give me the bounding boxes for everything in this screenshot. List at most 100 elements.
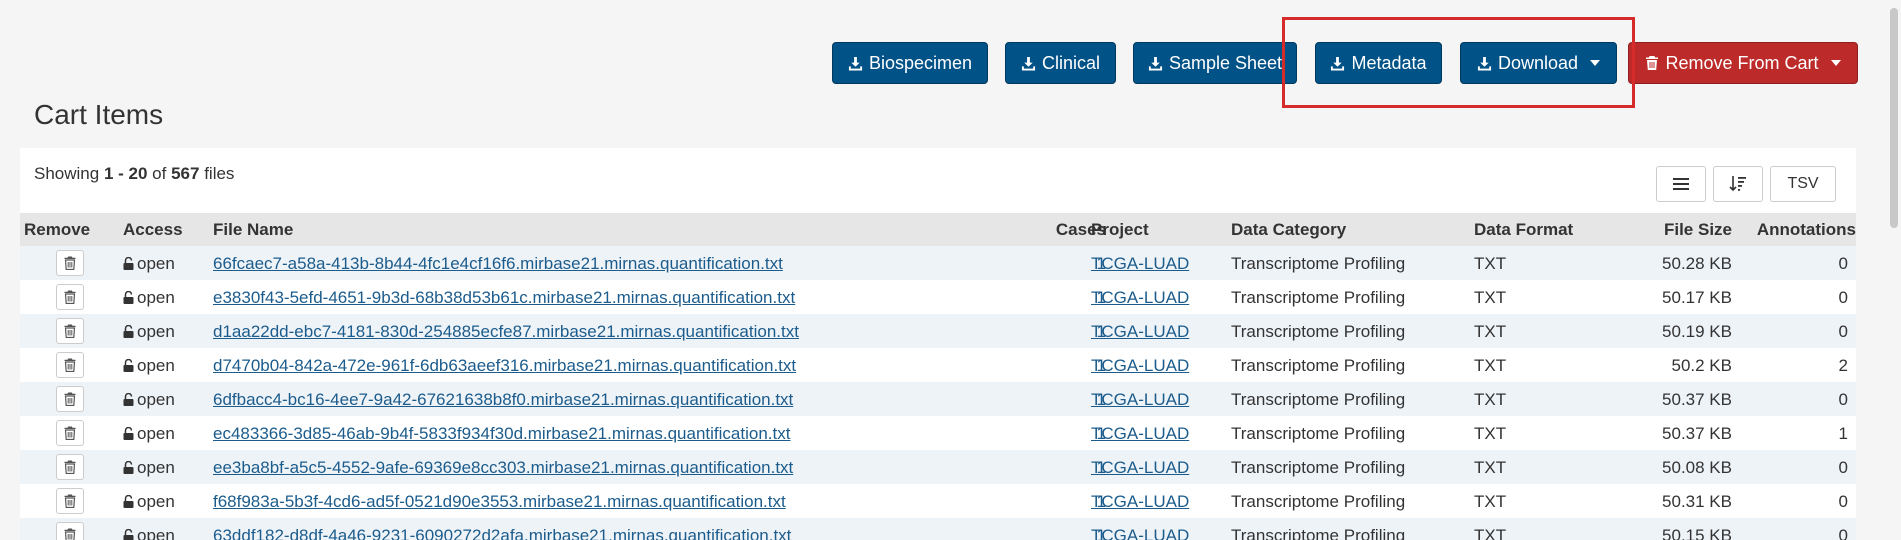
col-access[interactable]: Access (123, 220, 183, 240)
file-size-cell: 50.31 KB (1662, 492, 1732, 511)
sample-sheet-button[interactable]: Sample Sheet (1133, 42, 1297, 84)
data-format-cell: TXT (1474, 322, 1507, 341)
project-link[interactable]: TCGA-LUAD (1091, 492, 1189, 512)
download-button[interactable]: Download (1460, 42, 1617, 84)
data-format-cell: TXT (1474, 492, 1507, 511)
trash-icon (64, 426, 76, 440)
col-data-format[interactable]: Data Format (1474, 220, 1573, 240)
file-name-link[interactable]: f68f983a-5b3f-4cd6-ad5f-0521d90e3553.mir… (213, 492, 786, 512)
table-header: Remove Access File Name Cases Project Da… (20, 213, 1856, 246)
access-cell: open (123, 254, 175, 274)
table-row: open 6dfbacc4-bc16-4ee7-9a42-67621638b8f0… (20, 382, 1856, 416)
project-link[interactable]: TCGA-LUAD (1091, 390, 1189, 410)
cart-items-panel: Showing 1 - 20 of 567 files TSV Remove A… (20, 148, 1856, 540)
access-label: open (137, 424, 175, 443)
file-name-link[interactable]: ec483366-3d85-46ab-9b4f-5833f934f30d.mir… (213, 424, 790, 444)
unlock-icon (123, 359, 134, 372)
unlock-icon (123, 529, 134, 540)
col-annotations[interactable]: Annotations (1732, 220, 1856, 240)
file-size-cell: 50.19 KB (1662, 322, 1732, 341)
file-size-cell: 50.17 KB (1662, 288, 1732, 307)
project-link[interactable]: TCGA-LUAD (1091, 288, 1189, 308)
table-row: open d7470b04-842a-472e-961f-6db63aeef316… (20, 348, 1856, 382)
table-row: open ee3ba8bf-a5c5-4552-9afe-69369e8cc303… (20, 450, 1856, 484)
project-link[interactable]: TCGA-LUAD (1091, 458, 1189, 478)
annotations-cell: 0 (1838, 492, 1848, 511)
biospecimen-label: Biospecimen (868, 52, 973, 73)
annotations-cell: 0 (1838, 526, 1848, 540)
scrollbar[interactable] (1887, 0, 1901, 540)
metadata-button[interactable]: Metadata (1315, 42, 1442, 84)
showing-suffix: files (204, 164, 235, 183)
data-category-cell: Transcriptome Profiling (1231, 254, 1406, 273)
data-category-cell: Transcriptome Profiling (1231, 458, 1406, 477)
trash-icon (1646, 56, 1659, 70)
access-cell: open (123, 424, 175, 444)
col-file-size[interactable]: File Size (1610, 220, 1732, 240)
remove-row-button[interactable] (56, 352, 84, 378)
project-link[interactable]: TCGA-LUAD (1091, 356, 1189, 376)
file-name-link[interactable]: ee3ba8bf-a5c5-4552-9afe-69369e8cc303.mir… (213, 458, 793, 478)
remove-row-button[interactable] (56, 522, 84, 540)
sort-button[interactable] (1713, 166, 1763, 202)
data-format-cell: TXT (1474, 458, 1507, 477)
trash-icon (64, 528, 76, 540)
access-label: open (137, 492, 175, 511)
trash-icon (64, 290, 76, 304)
download-icon (1477, 56, 1492, 71)
remove-row-button[interactable] (56, 488, 84, 514)
list-view-button[interactable] (1656, 166, 1706, 202)
data-format-cell: TXT (1474, 390, 1507, 409)
access-label: open (137, 356, 175, 375)
file-size-cell: 50.15 KB (1662, 526, 1732, 540)
annotations-cell: 0 (1838, 254, 1848, 273)
col-file-name[interactable]: File Name (213, 220, 293, 240)
access-cell: open (123, 356, 175, 376)
unlock-icon (123, 325, 134, 338)
tsv-label: TSV (1787, 175, 1819, 192)
file-size-cell: 50.2 KB (1671, 356, 1733, 375)
data-format-cell: TXT (1474, 288, 1507, 307)
download-icon (1331, 56, 1345, 71)
showing-count: Showing 1 - 20 of 567 files (34, 164, 234, 184)
showing-prefix: Showing (34, 164, 100, 183)
access-cell: open (123, 492, 175, 512)
file-name-link[interactable]: d1aa22dd-ebc7-4181-830d-254885ecfe87.mir… (213, 322, 799, 342)
data-category-cell: Transcriptome Profiling (1231, 322, 1406, 341)
toolbar: Biospecimen Clinical Sample Sheet Metada… (0, 42, 1901, 84)
access-label: open (137, 526, 175, 540)
project-link[interactable]: TCGA-LUAD (1091, 254, 1189, 274)
remove-row-button[interactable] (56, 420, 84, 446)
tsv-button[interactable]: TSV (1770, 166, 1836, 202)
remove-from-cart-button[interactable]: Remove From Cart (1628, 42, 1858, 84)
remove-row-button[interactable] (56, 318, 84, 344)
unlock-icon (123, 257, 134, 270)
scrollbar-thumb[interactable] (1890, 8, 1898, 228)
trash-icon (64, 494, 76, 508)
file-name-link[interactable]: e3830f43-5efd-4651-9b3d-68b38d53b61c.mir… (213, 288, 795, 308)
access-label: open (137, 254, 175, 273)
remove-row-button[interactable] (56, 284, 84, 310)
file-name-link[interactable]: 63ddf182-d8df-4a46-9231-6090272d2afa.mir… (213, 526, 791, 540)
remove-row-button[interactable] (56, 250, 84, 276)
remove-row-button[interactable] (56, 386, 84, 412)
clinical-button[interactable]: Clinical (1005, 42, 1116, 84)
project-link[interactable]: TCGA-LUAD (1091, 526, 1189, 540)
list-icon (1673, 178, 1689, 190)
col-project[interactable]: Project (1091, 220, 1149, 240)
project-link[interactable]: TCGA-LUAD (1091, 424, 1189, 444)
showing-total: 567 (171, 164, 200, 183)
file-name-link[interactable]: d7470b04-842a-472e-961f-6db63aeef316.mir… (213, 356, 796, 376)
project-link[interactable]: TCGA-LUAD (1091, 322, 1189, 342)
col-remove: Remove (24, 220, 91, 239)
file-size-cell: 50.28 KB (1662, 254, 1732, 273)
file-name-link[interactable]: 66fcaec7-a58a-413b-8b44-4fc1e4cf16f6.mir… (213, 254, 783, 274)
access-cell: open (123, 526, 175, 540)
biospecimen-button[interactable]: Biospecimen (832, 42, 988, 84)
remove-row-button[interactable] (56, 454, 84, 480)
access-label: open (137, 458, 175, 477)
table-row: open 63ddf182-d8df-4a46-9231-6090272d2afa… (20, 518, 1856, 540)
col-data-category[interactable]: Data Category (1231, 220, 1346, 240)
showing-of: of (152, 164, 167, 183)
file-name-link[interactable]: 6dfbacc4-bc16-4ee7-9a42-67621638b8f0.mir… (213, 390, 793, 410)
